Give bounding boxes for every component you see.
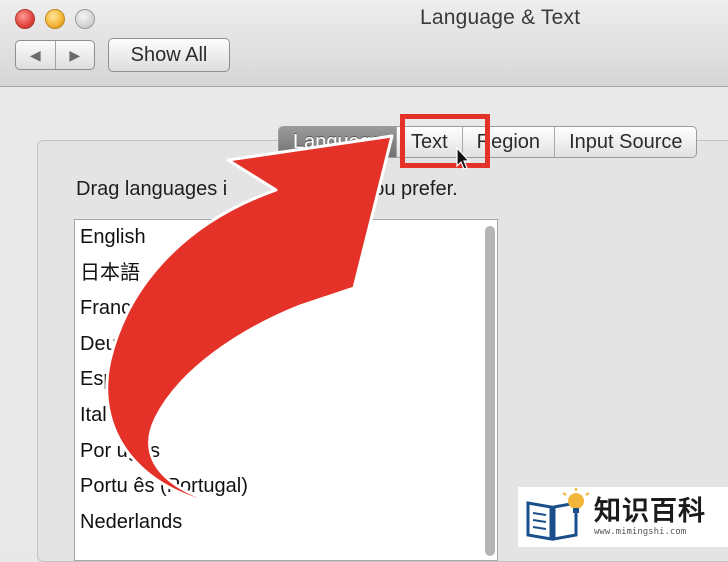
list-item[interactable]: 日本語 [75,256,497,292]
language-list[interactable]: English 日本語 Françai Deuts Espa Ital o Po… [74,219,498,561]
back-button[interactable]: ◀ [16,41,55,69]
window-title: Language & Text [420,6,581,29]
tab-language[interactable]: Language [279,127,396,157]
back-forward-control: ◀ ▶ [15,40,95,70]
window-titlebar: Language & Text ◀ ▶ Show All [0,0,728,87]
watermark: 知识百科 www.mimingshi.com [518,487,728,547]
list-item[interactable]: Portu ês (Portugal) [75,469,497,505]
drag-languages-label: Drag languages i you prefer. [76,178,458,201]
watermark-url: www.mimingshi.com [594,527,687,537]
list-item[interactable]: Por ugês [75,434,497,470]
minimize-window-button[interactable] [45,9,65,29]
zoom-window-button[interactable] [75,9,95,29]
list-item[interactable]: English [75,220,497,256]
list-scrollbar[interactable] [485,226,495,556]
tab-input-source[interactable]: Input Source [554,127,696,157]
list-item[interactable]: Françai [75,291,497,327]
text-tab-highlight-box [400,114,490,168]
list-item[interactable]: Ital o [75,398,497,434]
back-arrow-icon: ◀ [29,46,41,63]
list-item[interactable]: Nederlands [75,505,497,541]
mouse-pointer-icon [456,147,471,170]
book-lightbulb-logo-icon [526,488,590,541]
forward-arrow-icon: ▶ [69,46,81,63]
drag-label-end: you prefer. [363,178,458,200]
list-item[interactable]: Deuts [75,327,497,363]
forward-button[interactable]: ▶ [54,41,95,69]
list-item[interactable]: Espa [75,362,497,398]
show-all-button[interactable]: Show All [108,38,230,72]
drag-label-start: Drag languages i [76,178,228,200]
close-window-button[interactable] [15,9,35,29]
watermark-brand: 知识百科 [594,496,706,527]
